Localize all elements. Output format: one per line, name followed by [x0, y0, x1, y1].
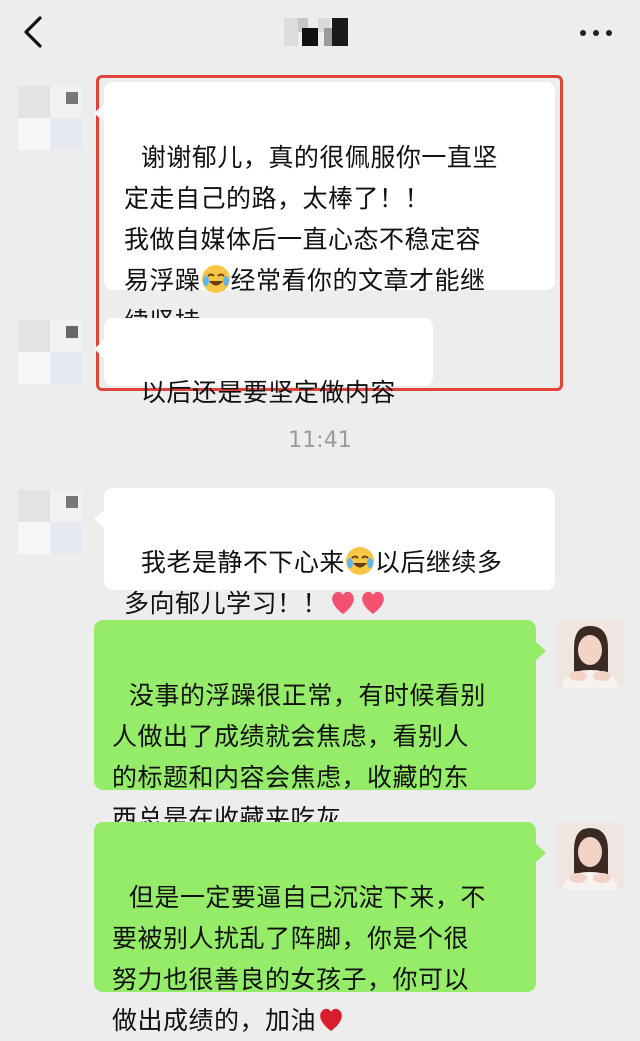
- avatar[interactable]: [18, 86, 82, 150]
- avatar[interactable]: [18, 490, 82, 554]
- message-text: 没事的浮躁很正常，有时候看别 人做出了成绩就会焦虑，看别人 的标题和内容会焦虑，…: [112, 681, 486, 833]
- message-bubble-left[interactable]: 我老是静不下心来 以后继续多 多向郁儿学习！！: [94, 488, 555, 618]
- message-bubble-left[interactable]: 谢谢郁儿，真的很佩服你一直坚 定走自己的路，太棒了！！ 我做自媒体后一直心态不稳…: [94, 82, 555, 336]
- message-text: 我老是静不下心来: [140, 548, 345, 577]
- chat-header: [0, 0, 640, 66]
- two-hearts-emoji: [328, 589, 388, 618]
- back-arrow-icon[interactable]: [18, 14, 48, 50]
- message-text: 但是一定要逼自己沉淀下来，不 要被别人扰乱了阵脚，你是个很 努力也很善良的女孩子…: [112, 883, 486, 1035]
- crying-laughing-emoji: [345, 547, 374, 575]
- message-text: 以后还是要坚定做内容: [140, 378, 396, 407]
- more-options-icon[interactable]: [580, 24, 614, 42]
- message-bubble-right[interactable]: 没事的浮躁很正常，有时候看别 人做出了成绩就会焦虑，看别人 的标题和内容会焦虑，…: [94, 620, 546, 833]
- timestamp: 11:41: [288, 428, 352, 453]
- avatar[interactable]: [556, 620, 624, 688]
- avatar[interactable]: [18, 320, 82, 384]
- crying-laughing-emoji: [201, 265, 230, 293]
- avatar[interactable]: [556, 822, 624, 890]
- message-bubble-right[interactable]: 但是一定要逼自己沉淀下来，不 要被别人扰乱了阵脚，你是个很 努力也很善良的女孩子…: [94, 822, 546, 1035]
- message-bubble-left[interactable]: 以后还是要坚定做内容: [94, 318, 433, 407]
- chat-title-redacted: [284, 18, 350, 46]
- red-heart-emoji: [320, 1008, 342, 1031]
